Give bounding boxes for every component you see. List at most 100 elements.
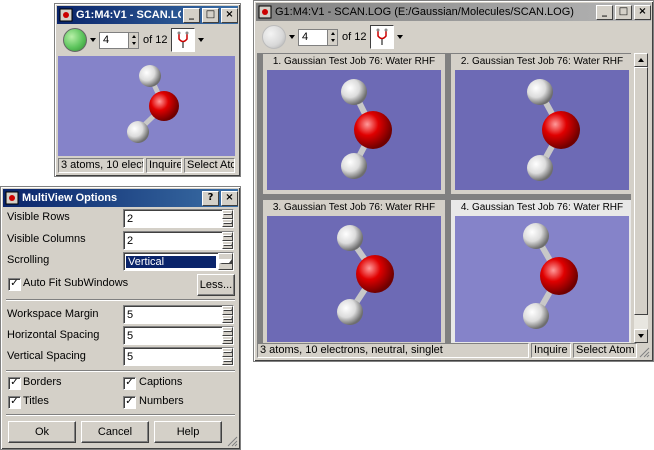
spin-down-icon[interactable] bbox=[222, 356, 233, 365]
molecule-viewport[interactable] bbox=[267, 216, 441, 342]
visible-rows-spinner[interactable]: 2 bbox=[123, 209, 234, 228]
cancel-button[interactable]: Cancel bbox=[81, 421, 149, 443]
molecule-viewport[interactable] bbox=[267, 70, 441, 190]
visible-rows-value: 2 bbox=[127, 212, 134, 225]
vertical-spacing-spinner[interactable]: 5 bbox=[123, 347, 234, 366]
gaussview-icon bbox=[258, 5, 272, 19]
view-panel-1[interactable]: 1. Gaussian Test Job 76: Water RHF scan bbox=[262, 53, 446, 195]
color-ball-button[interactable] bbox=[262, 25, 286, 49]
minimize-button[interactable]: _ bbox=[183, 7, 200, 23]
spin-up-icon[interactable] bbox=[222, 348, 233, 357]
frame-spinner[interactable]: 4 bbox=[99, 31, 139, 49]
close-button[interactable]: × bbox=[221, 190, 238, 206]
spin-down-icon[interactable] bbox=[222, 314, 233, 323]
divider bbox=[6, 299, 235, 301]
help-title-button[interactable]: ? bbox=[202, 190, 219, 206]
close-button[interactable]: × bbox=[634, 4, 651, 20]
chevron-down-icon[interactable] bbox=[198, 38, 205, 42]
workspace-margin-value: 5 bbox=[127, 308, 134, 321]
tuning-fork-button[interactable] bbox=[171, 28, 196, 52]
molecule-viewport[interactable] bbox=[455, 216, 629, 342]
spin-up-icon[interactable] bbox=[222, 210, 233, 219]
maximize-icon: □ bbox=[205, 8, 216, 20]
resize-grip-icon[interactable] bbox=[227, 436, 238, 447]
vertical-spacing-label: Vertical Spacing bbox=[7, 350, 86, 362]
scrolling-select[interactable]: Vertical bbox=[123, 252, 234, 271]
spin-down-icon[interactable] bbox=[222, 240, 233, 249]
molecule-viewport[interactable] bbox=[455, 70, 629, 190]
status-bar: 3 atoms, 10 electrons, neutral, singlet … bbox=[257, 343, 650, 358]
maximize-button[interactable]: □ bbox=[615, 4, 632, 20]
panel-caption: 4. Gaussian Test Job 76: Water RHF scan bbox=[460, 202, 624, 229]
title-bar[interactable]: G1:M4:V1 - SCAN.LOG (... _ □ × bbox=[57, 6, 238, 24]
vertical-spacing-value: 5 bbox=[127, 350, 134, 363]
multiview-workspace: 1. Gaussian Test Job 76: Water RHF scan … bbox=[257, 53, 631, 343]
maximize-button[interactable]: □ bbox=[202, 7, 219, 23]
panel-caption: 2. Gaussian Test Job 76: Water RHF scan bbox=[460, 56, 624, 83]
toolbar: 4 of 12 bbox=[257, 22, 650, 52]
less-button[interactable]: Less... bbox=[197, 274, 235, 296]
frame-value: 4 bbox=[302, 31, 309, 43]
close-button[interactable]: × bbox=[221, 7, 238, 23]
frame-count-label: of 12 bbox=[143, 34, 168, 46]
chevron-down-icon[interactable] bbox=[90, 38, 96, 42]
title-bar[interactable]: G1:M4:V1 - SCAN.LOG (E:/Gaussian/Molecul… bbox=[256, 3, 651, 21]
spin-down-icon[interactable] bbox=[222, 218, 233, 227]
workspace-margin-spinner[interactable]: 5 bbox=[123, 305, 234, 324]
auto-fit-label: Auto Fit SubWindows bbox=[23, 277, 129, 289]
spin-up-icon[interactable] bbox=[330, 31, 335, 35]
spin-up-icon[interactable] bbox=[222, 232, 233, 241]
spin-up-icon[interactable] bbox=[222, 327, 233, 336]
vertical-scrollbar[interactable] bbox=[634, 53, 648, 343]
spin-up-icon[interactable] bbox=[131, 34, 136, 38]
numbers-checkbox[interactable]: ✓ bbox=[123, 396, 136, 409]
horizontal-spacing-spinner[interactable]: 5 bbox=[123, 326, 234, 345]
scroll-up-button[interactable] bbox=[634, 53, 648, 67]
spin-up-icon[interactable] bbox=[222, 306, 233, 315]
water-molecule bbox=[341, 79, 392, 179]
visible-columns-spinner[interactable]: 2 bbox=[123, 231, 234, 250]
dialog-title: MultiView Options bbox=[22, 192, 118, 204]
auto-fit-checkbox[interactable]: ✓ bbox=[8, 278, 21, 291]
spin-down-icon[interactable] bbox=[330, 39, 335, 43]
chevron-down-icon[interactable] bbox=[289, 35, 295, 39]
gaussview-icon bbox=[59, 8, 73, 22]
minimize-button[interactable]: _ bbox=[596, 4, 613, 20]
frame-spinner[interactable]: 4 bbox=[298, 28, 338, 46]
chevron-down-icon[interactable] bbox=[397, 35, 404, 39]
titles-checkbox[interactable]: ✓ bbox=[8, 396, 21, 409]
captions-checkbox[interactable]: ✓ bbox=[123, 377, 136, 390]
view-panel-4[interactable]: 4. Gaussian Test Job 76: Water RHF scan bbox=[450, 199, 631, 343]
window-title: G1:M4:V1 - SCAN.LOG (... bbox=[76, 9, 181, 21]
captions-label: Captions bbox=[139, 376, 183, 388]
view-panel-2[interactable]: 2. Gaussian Test Job 76: Water RHF scan bbox=[450, 53, 631, 195]
molecule-viewport[interactable] bbox=[58, 56, 235, 156]
ok-button[interactable]: Ok bbox=[8, 421, 76, 443]
status-summary: 3 atoms, 10 electrons, neutral, singlet bbox=[257, 343, 529, 358]
water-molecule bbox=[523, 223, 578, 329]
title-bar[interactable]: MultiView Options ? × bbox=[3, 189, 238, 207]
scrolling-label: Scrolling bbox=[7, 254, 50, 266]
color-ball-button[interactable] bbox=[63, 28, 87, 52]
toolbar: 4 of 12 bbox=[58, 25, 237, 55]
panel-caption: 1. Gaussian Test Job 76: Water RHF scan bbox=[272, 56, 436, 83]
minimize-icon: _ bbox=[189, 8, 194, 20]
view-panel-3[interactable]: 3. Gaussian Test Job 76: Water RHF scan bbox=[262, 199, 446, 343]
scroll-thumb[interactable] bbox=[634, 67, 648, 315]
spin-down-icon[interactable] bbox=[131, 42, 136, 46]
minimize-icon: _ bbox=[602, 5, 607, 17]
scroll-down-button[interactable] bbox=[634, 329, 648, 343]
borders-checkbox[interactable]: ✓ bbox=[8, 377, 21, 390]
chevron-down-icon[interactable] bbox=[218, 253, 233, 270]
water-molecule bbox=[337, 225, 394, 325]
tuning-fork-button[interactable] bbox=[370, 25, 395, 49]
status-mode: Inquire bbox=[146, 158, 182, 173]
spin-down-icon[interactable] bbox=[222, 335, 233, 344]
resize-grip-icon[interactable] bbox=[639, 347, 650, 358]
gaussview-icon bbox=[5, 191, 19, 205]
water-molecule bbox=[127, 65, 179, 143]
help-button[interactable]: Help bbox=[154, 421, 222, 443]
workspace-margin-label: Workspace Margin bbox=[7, 308, 99, 320]
horizontal-spacing-label: Horizontal Spacing bbox=[7, 329, 100, 341]
horizontal-spacing-value: 5 bbox=[127, 329, 134, 342]
